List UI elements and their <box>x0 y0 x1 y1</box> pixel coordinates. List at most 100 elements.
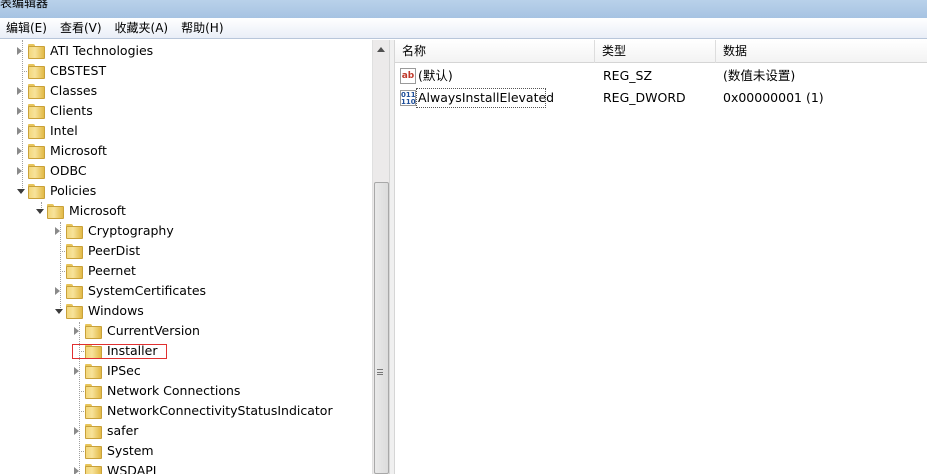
tree-item[interactable]: IPSec <box>0 361 372 381</box>
tree-item[interactable]: Classes <box>0 81 372 101</box>
menu-view[interactable]: 查看(V) <box>54 18 109 38</box>
folder-icon <box>28 164 45 179</box>
column-header-data[interactable]: 数据 <box>716 40 927 63</box>
tree-item-label: NetworkConnectivityStatusIndicator <box>107 403 333 418</box>
window-title: 表编辑器 <box>0 0 49 10</box>
tree-item-label: IPSec <box>107 363 141 378</box>
binary-value-icon: 011 110 <box>400 90 416 106</box>
tree-item[interactable]: safer <box>0 421 372 441</box>
tree-item-label: Network Connections <box>107 383 241 398</box>
tree-item-label: Intel <box>50 123 78 138</box>
folder-icon <box>85 424 102 439</box>
collapsed-arrow-icon[interactable] <box>17 87 22 95</box>
menu-edit[interactable]: 编辑(E) <box>0 18 54 38</box>
tree-item-label: CurrentVersion <box>107 323 200 338</box>
tree-item[interactable]: SystemCertificates <box>0 281 372 301</box>
expanded-arrow-icon[interactable] <box>36 209 44 214</box>
collapsed-arrow-icon[interactable] <box>55 287 60 295</box>
tree-item[interactable]: Installer <box>0 341 372 361</box>
selection-highlight <box>72 344 167 359</box>
expanded-arrow-icon[interactable] <box>55 309 63 314</box>
string-value-icon: ab <box>400 68 416 84</box>
tree-item[interactable]: Clients <box>0 101 372 121</box>
folder-icon <box>28 64 45 79</box>
scrollbar-grip-icon <box>377 369 383 375</box>
folder-icon <box>66 224 83 239</box>
folder-icon <box>66 304 83 319</box>
tree-item[interactable]: NetworkConnectivityStatusIndicator <box>0 401 372 421</box>
collapsed-arrow-icon[interactable] <box>17 47 22 55</box>
folder-icon <box>28 44 45 59</box>
scroll-up-arrow-icon[interactable] <box>377 47 385 52</box>
tree-item[interactable]: Peernet <box>0 261 372 281</box>
tree-item[interactable]: Microsoft <box>0 141 372 161</box>
tree-item-label: ODBC <box>50 163 87 178</box>
tree-item[interactable]: ODBC <box>0 161 372 181</box>
tree-item-label: CBSTEST <box>50 63 107 78</box>
folder-icon <box>85 324 102 339</box>
tree-item[interactable]: CurrentVersion <box>0 321 372 341</box>
tree-item-label: SystemCertificates <box>88 283 207 298</box>
scrollbar-thumb[interactable] <box>374 182 389 474</box>
tree-item[interactable]: Windows <box>0 301 372 321</box>
tree-item-label: Policies <box>50 183 97 198</box>
folder-icon <box>28 144 45 159</box>
folder-icon <box>85 384 102 399</box>
expanded-arrow-icon[interactable] <box>17 189 25 194</box>
tree-item-label: Microsoft <box>69 203 126 218</box>
column-header-name[interactable]: 名称 <box>395 40 595 63</box>
menu-help[interactable]: 帮助(H) <box>175 18 230 38</box>
tree-item[interactable]: CBSTEST <box>0 61 372 81</box>
folder-icon <box>85 444 102 459</box>
tree-item-label: Classes <box>50 83 98 98</box>
tree-item[interactable]: Microsoft <box>0 201 372 221</box>
value-type: REG_SZ <box>603 68 653 83</box>
list-row[interactable]: 011 110 AlwaysInstallElevated REG_DWORD … <box>395 87 927 109</box>
collapsed-arrow-icon[interactable] <box>17 127 22 135</box>
collapsed-arrow-icon[interactable] <box>74 367 79 375</box>
folder-icon <box>28 104 45 119</box>
tree-item[interactable]: WSDAPI <box>0 461 372 474</box>
folder-icon <box>66 244 83 259</box>
collapsed-arrow-icon[interactable] <box>17 107 22 115</box>
tree-item-label: safer <box>107 423 139 438</box>
collapsed-arrow-icon[interactable] <box>74 427 79 435</box>
collapsed-arrow-icon[interactable] <box>55 227 60 235</box>
tree-item-label: Microsoft <box>50 143 107 158</box>
value-name: AlwaysInstallElevated <box>418 90 555 105</box>
folder-icon <box>47 204 64 219</box>
list-row[interactable]: ab (默认) REG_SZ (数值未设置) <box>395 65 927 87</box>
folder-icon <box>28 184 45 199</box>
collapsed-arrow-icon[interactable] <box>17 147 22 155</box>
folder-icon <box>85 404 102 419</box>
collapsed-arrow-icon[interactable] <box>74 467 79 474</box>
tree-item[interactable]: Intel <box>0 121 372 141</box>
menu-bar: 编辑(E) 查看(V) 收藏夹(A) 帮助(H) <box>0 18 927 39</box>
tree-item-label: Clients <box>50 103 93 118</box>
tree-item-label: Windows <box>88 303 144 318</box>
value-name: (默认) <box>418 68 453 83</box>
registry-values-list[interactable]: 名称 类型 数据 ab (默认) REG_SZ (数值未设置) 011 110 … <box>395 40 927 474</box>
tree-item[interactable]: PeerDist <box>0 241 372 261</box>
registry-key-tree[interactable]: ATI Technologies CBSTEST Classes Clients Int… <box>0 40 372 474</box>
value-data: (数值未设置) <box>723 68 796 83</box>
column-header-type[interactable]: 类型 <box>595 40 716 63</box>
folder-icon <box>28 84 45 99</box>
tree-item[interactable]: System <box>0 441 372 461</box>
title-bar: 表编辑器 <box>0 0 927 18</box>
folder-icon <box>66 264 83 279</box>
tree-item[interactable]: Policies <box>0 181 372 201</box>
tree-item-label: ATI Technologies <box>50 43 154 58</box>
collapsed-arrow-icon[interactable] <box>17 167 22 175</box>
tree-vertical-scrollbar[interactable] <box>372 40 389 474</box>
tree-item[interactable]: Cryptography <box>0 221 372 241</box>
value-type: REG_DWORD <box>603 90 686 105</box>
menu-favorites[interactable]: 收藏夹(A) <box>109 18 176 38</box>
tree-item-label: Cryptography <box>88 223 174 238</box>
collapsed-arrow-icon[interactable] <box>74 327 79 335</box>
folder-icon <box>28 124 45 139</box>
tree-item[interactable]: Network Connections <box>0 381 372 401</box>
tree-item[interactable]: ATI Technologies <box>0 41 372 61</box>
folder-icon <box>85 464 102 474</box>
folder-icon <box>85 364 102 379</box>
